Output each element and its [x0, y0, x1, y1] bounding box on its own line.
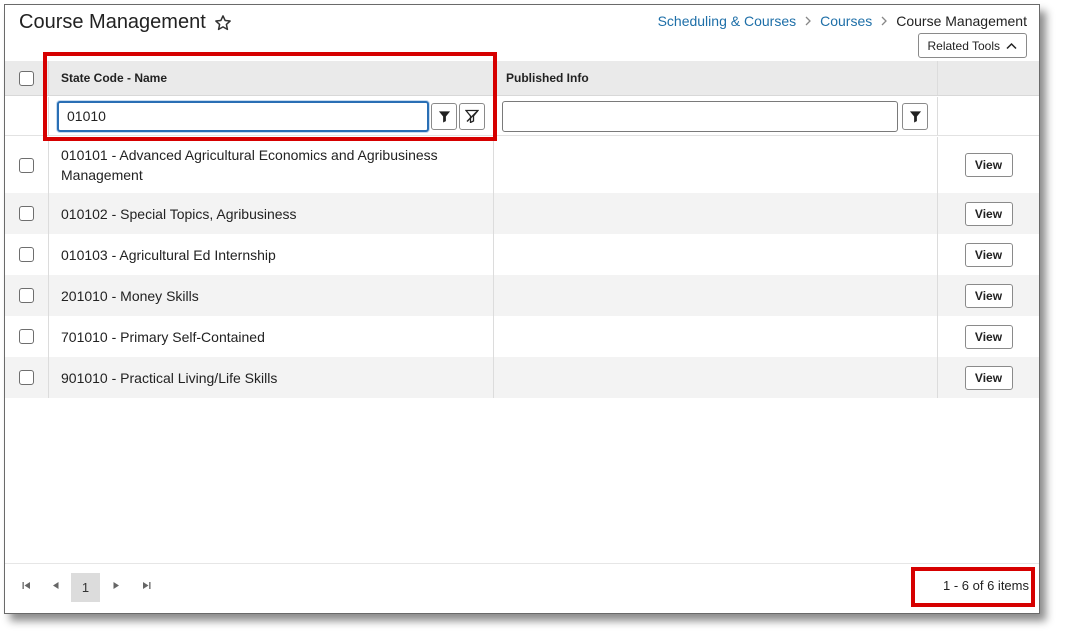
published-cell: [494, 137, 938, 193]
star-icon[interactable]: [214, 14, 232, 32]
course-name: 010102 - Special Topics, Agribusiness: [61, 205, 297, 222]
table-row: 201010 - Money Skills View: [5, 275, 1039, 316]
course-management-window: Course Management Scheduling & Courses C…: [4, 4, 1040, 614]
name-cell: 010102 - Special Topics, Agribusiness: [49, 193, 494, 234]
column-header-state-code-name[interactable]: State Code - Name: [49, 61, 494, 95]
course-name: 201010 - Money Skills: [61, 287, 199, 304]
column-header-label: Published Info: [506, 71, 589, 85]
chevron-right-icon: [804, 14, 812, 29]
filter-icon[interactable]: [431, 102, 457, 130]
course-name: 010103 - Agricultural Ed Internship: [61, 246, 276, 263]
related-tools-label: Related Tools: [927, 38, 1001, 53]
published-cell: [494, 193, 938, 234]
page-title: Course Management: [19, 11, 232, 34]
last-page-icon[interactable]: [137, 576, 155, 594]
breadcrumb: Scheduling & Courses Courses Course Mana…: [658, 13, 1027, 29]
state-code-name-filter-input[interactable]: [57, 100, 429, 132]
row-check-cell: [5, 357, 49, 398]
published-cell: [494, 316, 938, 357]
action-cell: View: [938, 275, 1039, 316]
row-check-cell: [5, 316, 49, 357]
pager: 1 1 - 6 of 6 items: [5, 563, 1039, 608]
chevron-right-icon: [880, 14, 888, 29]
name-cell: 901010 - Practical Living/Life Skills: [49, 357, 494, 398]
select-all-cell: [5, 61, 49, 95]
breadcrumb-scheduling-courses[interactable]: Scheduling & Courses: [658, 13, 797, 29]
view-button[interactable]: View: [964, 283, 1013, 308]
name-cell: 010101 - Advanced Agricultural Economics…: [49, 137, 494, 193]
row-checkbox[interactable]: [19, 329, 34, 344]
row-check-cell: [5, 137, 49, 193]
related-tools-button[interactable]: Related Tools: [917, 33, 1027, 58]
name-cell: 010103 - Agricultural Ed Internship: [49, 234, 494, 275]
published-filter-cell: [494, 97, 938, 135]
grid-filter-row: [5, 97, 1039, 136]
first-page-icon[interactable]: [17, 576, 35, 594]
row-checkbox[interactable]: [19, 288, 34, 303]
action-cell: View: [938, 357, 1039, 398]
row-checkbox[interactable]: [19, 206, 34, 221]
clear-filter-icon[interactable]: [459, 102, 485, 130]
filter-spacer: [5, 97, 49, 135]
view-button[interactable]: View: [964, 153, 1013, 177]
course-name: 010101 - Advanced Agricultural Economics…: [61, 147, 438, 183]
name-cell: 701010 - Primary Self-Contained: [49, 316, 494, 357]
row-check-cell: [5, 193, 49, 234]
row-checkbox[interactable]: [19, 157, 34, 173]
breadcrumb-current: Course Management: [896, 13, 1027, 29]
actions-filter-cell: [938, 97, 1039, 135]
action-cell: View: [938, 137, 1039, 193]
course-name: 901010 - Practical Living/Life Skills: [61, 369, 278, 386]
action-cell: View: [938, 193, 1039, 234]
name-cell: 201010 - Money Skills: [49, 275, 494, 316]
breadcrumb-courses[interactable]: Courses: [820, 13, 872, 29]
action-cell: View: [938, 234, 1039, 275]
page-title-text: Course Management: [19, 11, 206, 33]
page-number-current[interactable]: 1: [71, 573, 100, 602]
course-name: 701010 - Primary Self-Contained: [61, 328, 265, 345]
pager-info: 1 - 6 of 6 items: [943, 578, 1029, 593]
action-cell: View: [938, 316, 1039, 357]
next-page-icon[interactable]: [107, 576, 125, 594]
table-row: 701010 - Primary Self-Contained View: [5, 316, 1039, 357]
filter-icon[interactable]: [902, 102, 928, 130]
view-button[interactable]: View: [964, 324, 1013, 349]
view-button[interactable]: View: [964, 365, 1013, 390]
view-button[interactable]: View: [964, 242, 1013, 267]
row-check-cell: [5, 275, 49, 316]
column-header-published-info[interactable]: Published Info: [494, 61, 938, 95]
column-header-actions: [938, 61, 1039, 95]
published-cell: [494, 275, 938, 316]
published-cell: [494, 357, 938, 398]
column-header-label: State Code - Name: [61, 71, 168, 85]
table-row: 010102 - Special Topics, Agribusiness Vi…: [5, 193, 1039, 234]
name-filter-cell: [49, 97, 494, 135]
view-button[interactable]: View: [964, 201, 1013, 226]
table-row: 010103 - Agricultural Ed Internship View: [5, 234, 1039, 275]
published-cell: [494, 234, 938, 275]
chevron-up-icon: [1006, 39, 1017, 53]
row-checkbox[interactable]: [19, 247, 34, 262]
row-checkbox[interactable]: [19, 370, 34, 385]
select-all-checkbox[interactable]: [19, 70, 34, 86]
row-check-cell: [5, 234, 49, 275]
table-row: 010101 - Advanced Agricultural Economics…: [5, 137, 1039, 193]
previous-page-icon[interactable]: [47, 576, 65, 594]
published-info-filter-input[interactable]: [502, 100, 898, 132]
table-row: 901010 - Practical Living/Life Skills Vi…: [5, 357, 1039, 398]
grid-header-row: State Code - Name Published Info: [5, 61, 1039, 96]
